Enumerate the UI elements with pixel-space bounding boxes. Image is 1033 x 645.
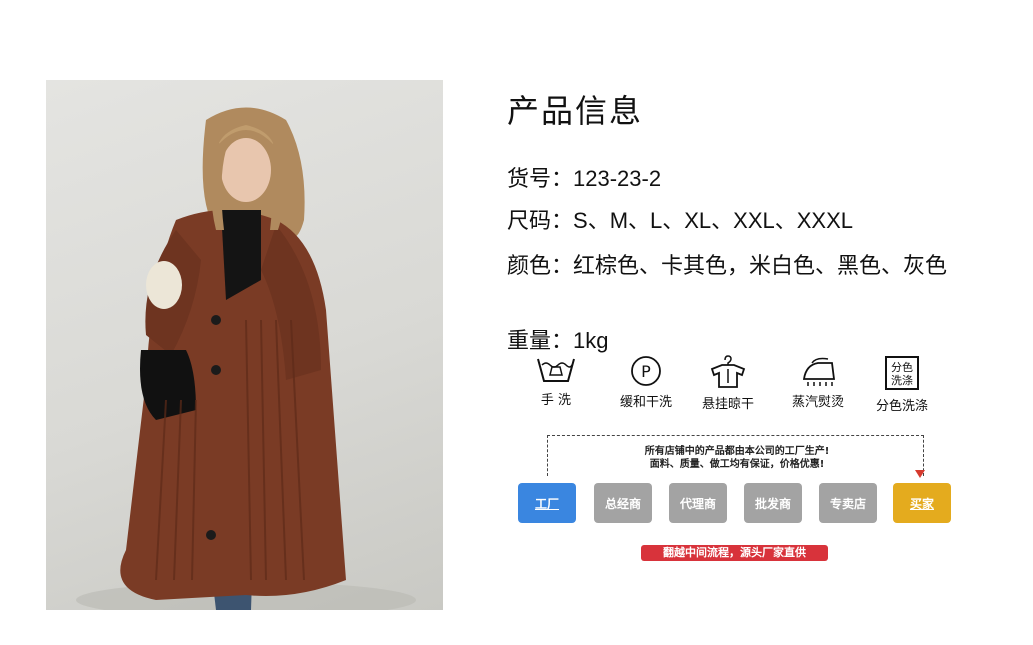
item-number-value: 123-23-2	[573, 166, 662, 191]
item-number-row: 货号：123-23-2	[507, 161, 661, 193]
care-label: 分色洗涤	[875, 399, 928, 414]
care-item-hang-dry: 悬挂晾干	[693, 355, 763, 412]
size-value: S、M、L、XL、XXL、XXXL	[573, 208, 854, 233]
page-title: 产品信息	[507, 92, 644, 130]
care-item-dry-clean: P 缓和干洗	[611, 355, 681, 410]
step-buyer: 买家	[893, 483, 951, 523]
steam-iron-icon	[802, 357, 836, 386]
step-agent: 代理商	[669, 483, 727, 523]
dry-clean-icon: P	[631, 356, 661, 386]
step-general-distributor: 总经商	[594, 483, 652, 523]
care-label: 缓和干洗	[619, 395, 672, 410]
svg-text:分色: 分色	[891, 360, 913, 374]
supply-note: 所有店铺中的产品都由本公司的工厂生产! 面料、质量、做工均有保证，价格优惠!	[517, 445, 957, 471]
size-label: 尺码：	[507, 209, 574, 234]
color-value: 红棕色、卡其色，米白色、黑色、灰色	[573, 254, 948, 279]
care-item-steam-iron: 蒸汽熨烫	[783, 355, 853, 410]
care-item-separate-wash: 分色 洗涤 分色洗涤	[867, 355, 937, 414]
color-row: 颜色：红棕色、卡其色，米白色、黑色、灰色	[507, 253, 977, 281]
supply-note-line2: 面料、质量、做工均有保证，价格优惠!	[649, 459, 825, 470]
weight-label: 重量：	[507, 329, 574, 354]
arrow-down-icon	[915, 470, 925, 478]
step-store: 专卖店	[819, 483, 877, 523]
direct-supply-banner: 翻越中间流程，源头厂家直供	[641, 545, 828, 561]
hang-dry-icon	[710, 355, 746, 388]
svg-text:洗涤: 洗涤	[891, 373, 913, 387]
item-number-label: 货号：	[507, 167, 574, 192]
separate-wash-icon: 分色 洗涤	[885, 356, 919, 390]
care-label: 手 洗	[540, 393, 572, 408]
weight-value: 1kg	[573, 328, 609, 353]
color-label: 颜色：	[507, 254, 574, 279]
size-row: 尺码：S、M、L、XL、XXL、XXXL	[507, 203, 853, 235]
care-instructions: 手 洗 P 缓和干洗 悬挂晾干 蒸汽熨烫 分色 洗涤 分色洗涤	[507, 355, 977, 415]
care-label: 蒸汽熨烫	[791, 395, 844, 410]
dry-clean-glyph: P	[641, 362, 651, 381]
product-photo	[46, 80, 443, 610]
weight-row: 重量：1kg	[507, 323, 609, 355]
step-wholesaler: 批发商	[744, 483, 802, 523]
care-item-hand-wash: 手 洗	[521, 355, 591, 408]
supply-note-line1: 所有店铺中的产品都由本公司的工厂生产!	[644, 446, 830, 457]
supply-chain-graphic: 所有店铺中的产品都由本公司的工厂生产! 面料、质量、做工均有保证，价格优惠! 工…	[517, 430, 957, 565]
step-factory: 工厂	[518, 483, 576, 523]
care-label: 悬挂晾干	[701, 397, 754, 412]
hand-wash-icon	[537, 358, 575, 382]
